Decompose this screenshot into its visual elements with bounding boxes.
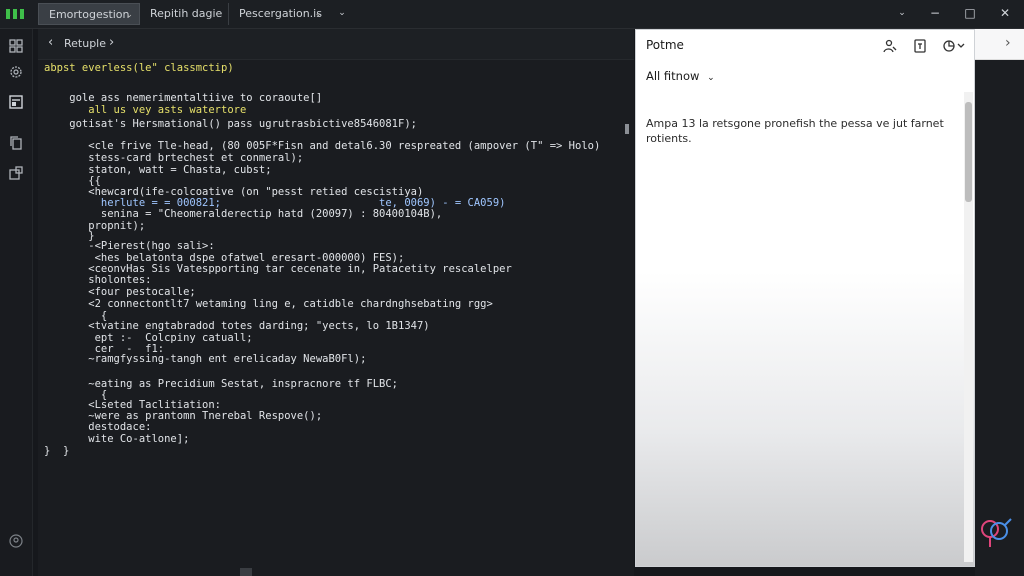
code-line[interactable]: wite Co-atlone]; — [44, 433, 189, 445]
code-line[interactable]: ~ramgfyssing-tangh ent erelicaday NewaB0… — [44, 353, 366, 365]
title-bar: Emortogestion ⌄ Repitih dagie Pescergati… — [0, 0, 1024, 29]
tab-label: Emortogestion — [49, 8, 130, 21]
horizontal-scrollbar-thumb[interactable] — [240, 568, 252, 576]
breadcrumb-label[interactable]: Retuple — [64, 37, 106, 50]
extensions-icon[interactable] — [8, 165, 24, 181]
copy-icon[interactable] — [8, 135, 24, 151]
share-menu-icon[interactable] — [941, 38, 967, 54]
back-button[interactable]: ‹ — [48, 35, 53, 50]
code-line[interactable]: <2 connectontlt7 wetaming ling e, catidb… — [44, 298, 493, 310]
panel-title: Potme — [646, 38, 684, 52]
panel-scrollbar-thumb[interactable] — [965, 102, 972, 202]
chevron-down-icon[interactable]: ⌄ — [314, 3, 322, 25]
chevron-right-icon[interactable]: › — [1005, 35, 1011, 51]
tab-label: Repitih dagie — [150, 7, 223, 20]
activity-bar — [0, 29, 33, 576]
minimize-button[interactable]: − — [925, 4, 945, 22]
tab-menu-chevron-icon[interactable]: ⌄ — [332, 4, 352, 22]
code-line[interactable]: gole ass nemerimentaltiive to coraoute[] — [44, 92, 322, 104]
code-line[interactable]: abpst everless(le" classmctip) — [44, 62, 234, 74]
forward-button[interactable]: › — [109, 35, 114, 50]
code-line[interactable]: stess-card brtechest et conmeral); — [44, 152, 303, 164]
files-icon[interactable] — [8, 38, 24, 54]
code-line[interactable]: <four pestocalle; — [44, 286, 195, 298]
document-icon[interactable] — [8, 94, 24, 110]
save-icon[interactable] — [912, 38, 928, 54]
code-line[interactable]: } } — [44, 445, 69, 457]
code-line[interactable]: <tvatine engtabradod totes darding; "yec… — [44, 320, 429, 332]
restore-button[interactable]: □ — [960, 4, 980, 22]
panel-body-text: Ampa 13 la retsgone pronefish the pessa … — [646, 117, 944, 145]
chevron-down-icon[interactable]: ⌄ — [125, 4, 133, 26]
code-line[interactable]: destodace: — [44, 421, 151, 433]
settings-gear-icon[interactable] — [8, 64, 24, 80]
close-button[interactable]: ✕ — [995, 4, 1015, 22]
editor-scroll-indicator[interactable] — [625, 124, 629, 134]
code-line[interactable]: all us vey asts watertore — [44, 104, 246, 116]
code-line[interactable]: -<Pierest(hgo sali>: — [44, 240, 214, 252]
account-icon[interactable] — [8, 533, 24, 549]
code-line[interactable]: sholontes: — [44, 274, 151, 286]
window-menu-chevron-icon[interactable]: ⌄ — [892, 4, 912, 22]
code-line[interactable]: senina = "Cheomeralderectip hatd (20097)… — [44, 208, 442, 220]
breadcrumb: ‹ Retuple › — [38, 29, 634, 60]
panel-scrollbar[interactable] — [964, 92, 973, 562]
tab-emortogestion[interactable]: Emortogestion ⌄ — [38, 3, 140, 25]
right-strip-header: › — [975, 29, 1024, 60]
person-icon[interactable] — [882, 38, 898, 54]
side-panel: Potme All fitnow ⌄ Ampa 13 la retsgone p… — [635, 29, 975, 567]
gender-symbols-icon — [981, 518, 1012, 547]
chevron-down-icon: ⌄ — [707, 73, 715, 83]
right-strip: › — [975, 29, 1024, 576]
app-logo-icon — [6, 9, 24, 19]
code-line[interactable]: gotisat's Hersmational() pass ugrutrasbi… — [44, 118, 417, 130]
filter-dropdown[interactable]: All fitnow ⌄ — [646, 69, 715, 83]
tab-label: Pescergation.is — [239, 7, 322, 20]
code-line[interactable]: <cle frive Tle-head, (80 005F*Fisn and d… — [44, 140, 600, 152]
tab-repitih-dagie[interactable]: Repitih dagie — [140, 3, 230, 25]
tab-pescergation[interactable]: Pescergation.is ⌄ — [228, 3, 328, 25]
filter-label: All fitnow — [646, 69, 700, 83]
